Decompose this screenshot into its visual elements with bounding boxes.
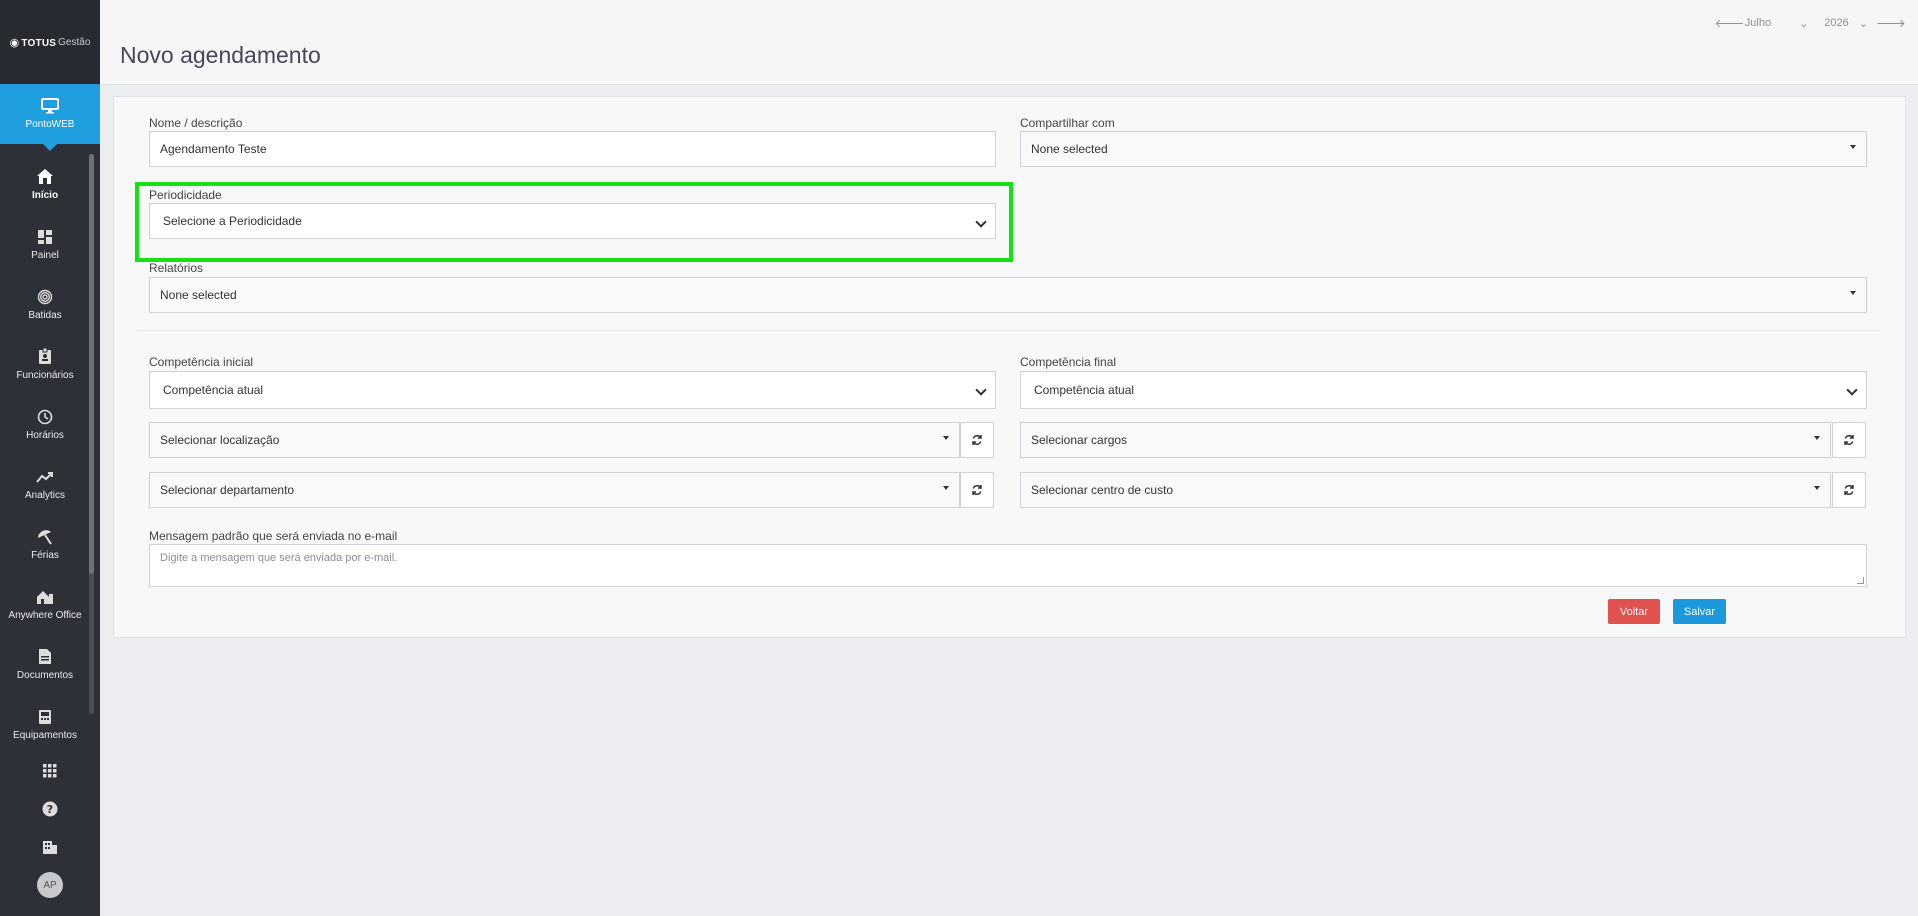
sidebar-item-batidas[interactable]: Batidas [0, 274, 90, 334]
fingerprint-icon [37, 288, 53, 306]
sidebar-item-label: Funcionários [16, 369, 74, 381]
sidebar: TOTUS Gestão PontoWEB Início Painel Bati… [0, 0, 100, 916]
monitor-icon [41, 98, 59, 114]
building-icon [36, 588, 54, 606]
brand-sub: Gestão [58, 36, 91, 48]
refresh-icon [1844, 435, 1854, 445]
trend-icon [36, 468, 54, 486]
badge-icon [38, 348, 52, 366]
refresh-departamento-button[interactable] [960, 472, 994, 508]
nome-label: Nome / descrição [149, 116, 243, 130]
month-select[interactable]: Julho ⌄ [1737, 17, 1817, 30]
relatorios-label: Relatórios [149, 261, 204, 275]
dashboard-icon [37, 228, 53, 246]
device-icon [38, 708, 52, 726]
sidebar-item-ferias[interactable]: Férias [0, 514, 90, 574]
sidebar-item-label: Início [31, 189, 59, 201]
competencia-final-select[interactable]: Competência atual [1020, 371, 1867, 409]
nome-input[interactable]: Agendamento Teste [149, 131, 996, 167]
sidebar-item-label: Painel [31, 249, 59, 261]
sidebar-item-horarios[interactable]: Horários [0, 394, 90, 454]
compartilhar-select[interactable]: None selected [1020, 131, 1867, 167]
mensagem-label: Mensagem padrão que será enviada no e-ma… [149, 529, 398, 543]
sidebar-item-equipamentos[interactable]: Equipamentos [0, 694, 90, 754]
competencia-final-label: Competência final [1020, 355, 1117, 369]
cargos-select[interactable]: Selecionar cargos [1020, 422, 1831, 458]
sidebar-item-label: Batidas [28, 309, 62, 321]
page-title: Novo agendamento [120, 42, 321, 68]
competencia-inicial-select[interactable]: Competência atual [149, 371, 996, 409]
localizacao-select[interactable]: Selecionar localização [149, 422, 960, 458]
sidebar-item-funcionarios[interactable]: Funcionários [0, 334, 90, 394]
brand-logo[interactable]: TOTUS Gestão [0, 0, 100, 84]
help-icon[interactable]: ? [0, 790, 100, 828]
refresh-icon [972, 485, 982, 495]
sidebar-item-label: Horários [26, 429, 64, 441]
home-icon [36, 168, 54, 186]
sidebar-item-label: Equipamentos [13, 729, 77, 741]
refresh-cargos-button[interactable] [1832, 422, 1866, 458]
departamento-select[interactable]: Selecionar departamento [149, 472, 960, 508]
divider [137, 330, 1880, 331]
year-value: 2026 [1824, 17, 1849, 29]
refresh-icon [972, 435, 982, 445]
sidebar-scrollbar[interactable] [89, 154, 94, 714]
centro-custo-select[interactable]: Selecionar centro de custo [1020, 472, 1831, 508]
chevron-down-icon: ⌄ [1799, 17, 1809, 30]
company-icon[interactable] [0, 828, 100, 866]
page-header: Novo agendamento 🡐 Julho ⌄ 2026 ⌄ 🡒 [100, 0, 1918, 85]
refresh-icon [1844, 485, 1854, 495]
avatar[interactable]: AP [37, 872, 63, 898]
svg-text:?: ? [47, 803, 53, 816]
sidebar-item-painel[interactable]: Painel [0, 214, 90, 274]
refresh-localizacao-button[interactable] [960, 422, 994, 458]
competencia-inicial-label: Competência inicial [149, 355, 254, 369]
sidebar-item-label: Documentos [16, 669, 74, 681]
periodicidade-label: Periodicidade [149, 188, 222, 202]
user-menu[interactable]: AP [0, 866, 100, 904]
period-selector: 🡐 Julho ⌄ 2026 ⌄ 🡒 [1715, 16, 1906, 30]
chevron-down-icon: ⌄ [1858, 17, 1868, 30]
refresh-centro-custo-button[interactable] [1832, 472, 1866, 508]
sidebar-item-anywhere-office[interactable]: Anywhere Office [0, 574, 90, 634]
sidebar-item-label: Anywhere Office [8, 609, 82, 621]
umbrella-icon [36, 528, 54, 546]
sidebar-item-analytics[interactable]: Analytics [0, 454, 90, 514]
next-month-icon[interactable]: 🡒 [1876, 16, 1906, 30]
sidebar-item-documentos[interactable]: Documentos [0, 634, 90, 694]
compartilhar-label: Compartilhar com [1020, 116, 1115, 130]
sidebar-item-inicio[interactable]: Início [0, 154, 90, 214]
sidebar-item-label: Analytics [24, 489, 65, 501]
sidebar-scrollbar-thumb[interactable] [89, 154, 94, 574]
save-button[interactable]: Salvar [1673, 599, 1726, 624]
clock-icon [37, 408, 53, 426]
relatorios-select[interactable]: None selected [149, 277, 1867, 313]
sidebar-bottom: ? AP [0, 752, 100, 904]
previous-month-icon[interactable]: 🡐 [1715, 16, 1745, 30]
back-button[interactable]: Voltar [1608, 599, 1660, 624]
sidebar-nav: Início Painel Batidas Funcionários Horár… [0, 154, 90, 754]
sidebar-item-label: Férias [31, 549, 59, 561]
periodicidade-select[interactable]: Selecione a Periodicidade [149, 203, 996, 239]
year-select[interactable]: 2026 ⌄ [1816, 17, 1876, 30]
product-name: PontoWEB [25, 119, 75, 130]
document-icon [38, 648, 52, 666]
apps-grid-icon[interactable] [0, 752, 100, 790]
mensagem-textarea[interactable]: Digite a mensagem que será enviada por e… [149, 544, 1867, 587]
product-switcher[interactable]: PontoWEB [0, 84, 100, 151]
month-value: Julho [1744, 17, 1772, 29]
brand-name: TOTUS [10, 36, 57, 49]
